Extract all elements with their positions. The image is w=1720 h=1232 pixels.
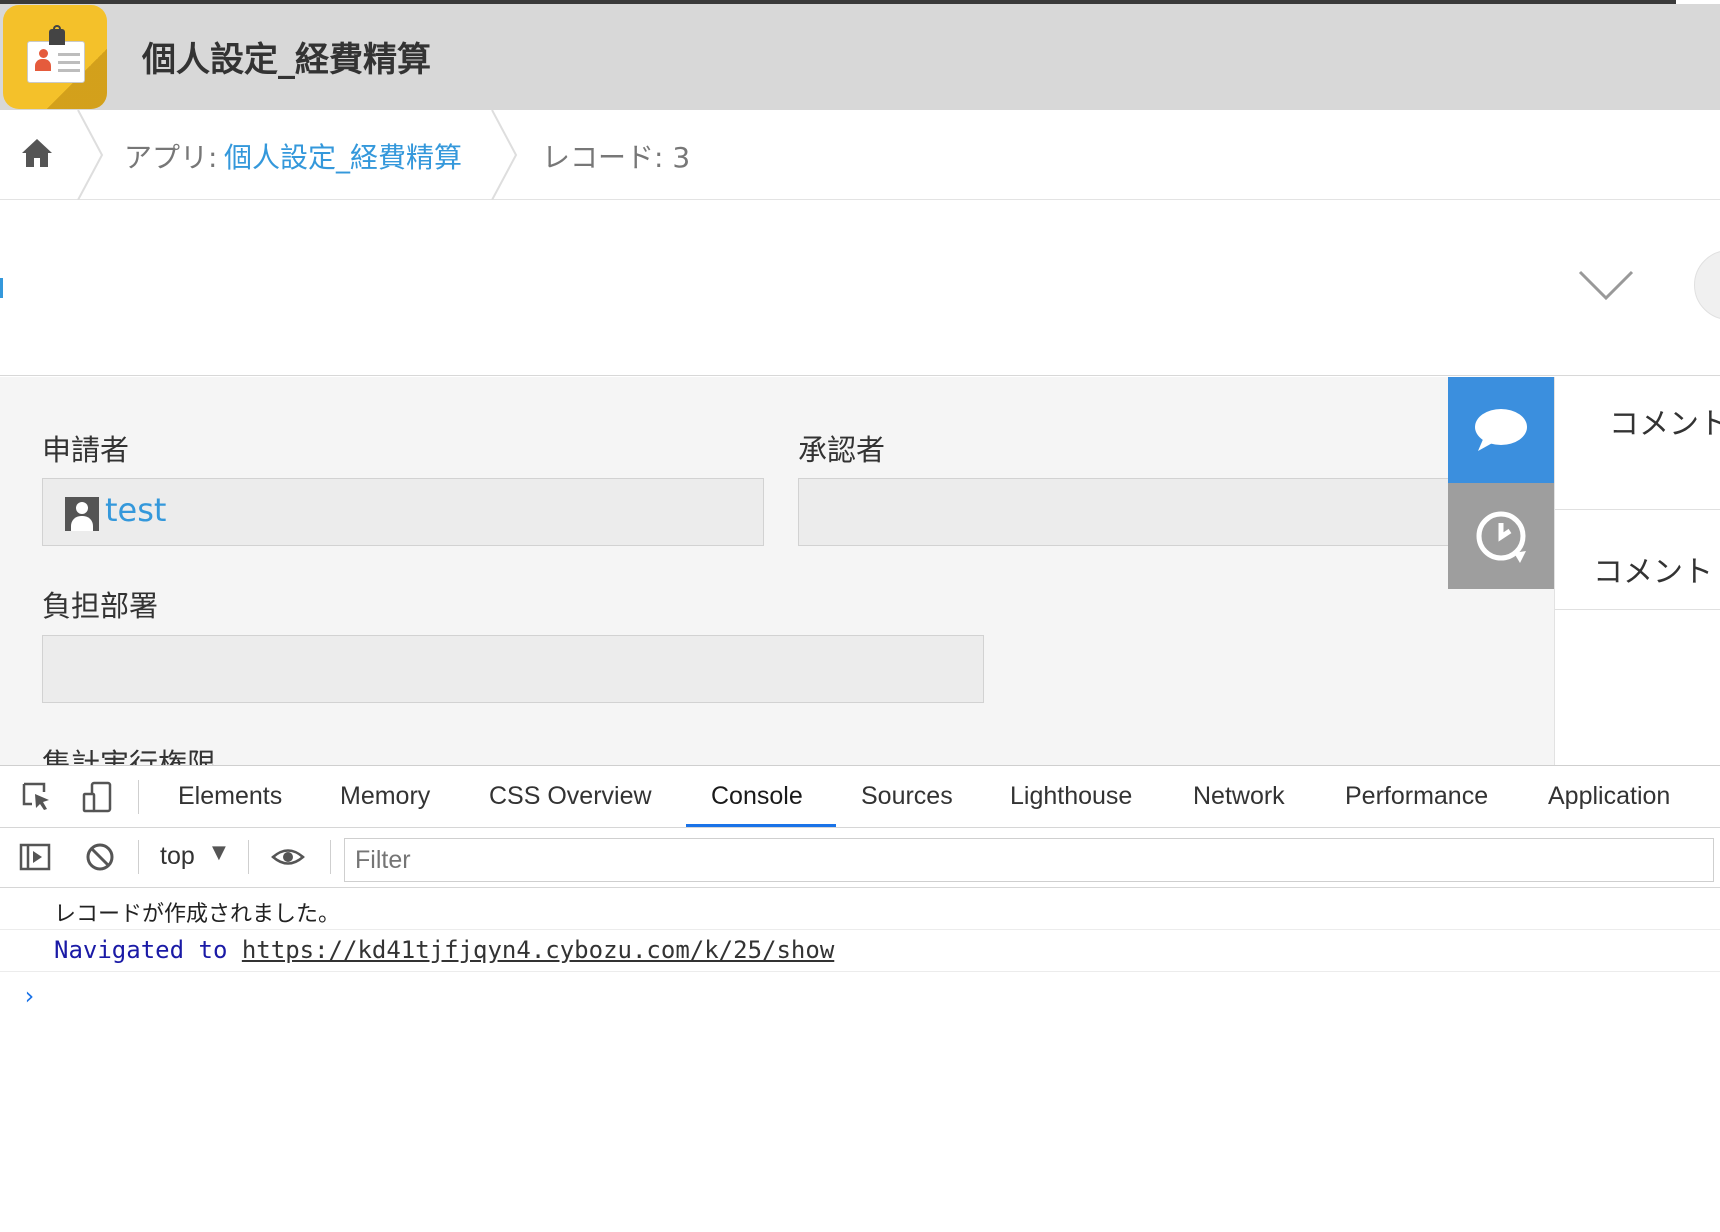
tab-application[interactable]: Application (1548, 782, 1670, 811)
approver-field (798, 478, 1458, 546)
user-icon (65, 497, 99, 531)
home-icon[interactable] (20, 136, 54, 170)
add-button[interactable] (1694, 250, 1720, 320)
inspect-element-icon[interactable] (20, 780, 54, 814)
app-icon[interactable] (3, 5, 107, 109)
department-field (42, 635, 984, 703)
person-body (35, 59, 51, 71)
applicant-user-link[interactable]: test (105, 491, 166, 529)
app-header: 個人設定_経費精算 (0, 4, 1720, 110)
console-message-row: レコードが作成されました。 (0, 888, 1720, 930)
device-toolbar-icon[interactable] (80, 780, 114, 814)
breadcrumb-record: レコード: 3 (542, 141, 691, 174)
console-nav-url[interactable]: https://kd41tjfjqyn4.cybozu.com/k/25/sho… (242, 936, 834, 964)
record-toolbar (0, 200, 1720, 376)
devtools-separator (138, 780, 139, 814)
user-icon-body (71, 516, 93, 531)
tab-network[interactable]: Network (1193, 782, 1285, 811)
card-text-line (58, 61, 80, 64)
card-text-line (58, 69, 80, 72)
breadcrumb-app-prefix: アプリ: (124, 141, 218, 174)
comment-panel-divider (1555, 609, 1720, 610)
triangle-down-icon[interactable]: ▼ (212, 842, 226, 863)
breadcrumb-separator (491, 110, 518, 200)
card-text-line (58, 53, 80, 56)
tab-console[interactable]: Console (711, 782, 803, 811)
id-card-clip (49, 29, 65, 45)
devtools-separator (330, 840, 331, 874)
history-tab[interactable] (1448, 483, 1554, 589)
speech-bubble-icon (1475, 409, 1527, 451)
person-figure (34, 49, 52, 75)
history-clock-icon (1476, 511, 1526, 563)
console-nav-prefix: Navigated to (54, 936, 242, 964)
comment-panel-title: コメント (1609, 407, 1720, 442)
console-filter-input[interactable] (344, 838, 1714, 882)
tab-performance[interactable]: Performance (1345, 782, 1488, 811)
devtools-tabbar: Elements Memory CSS Overview Console Sou… (0, 766, 1720, 828)
left-edge-marker (0, 278, 3, 298)
eye-icon[interactable] (271, 840, 305, 874)
console-prompt[interactable]: › (22, 982, 36, 1010)
comment-input-hint[interactable]: コメント (1593, 547, 1713, 591)
active-tab-indicator (686, 824, 836, 827)
clear-console-icon[interactable] (83, 840, 117, 874)
permission-label: 集計実行権限 (42, 747, 217, 765)
breadcrumb-app-link[interactable]: 個人設定_経費精算 (224, 136, 462, 176)
console-navigation: Navigated to https://kd41tjfjqyn4.cybozu… (54, 936, 834, 964)
approver-label: 承認者 (798, 433, 886, 467)
breadcrumb: アプリ: 個人設定_経費精算 レコード: 3 (0, 110, 1720, 200)
tab-elements[interactable]: Elements (178, 782, 282, 811)
department-label: 負担部署 (42, 589, 159, 623)
chevron-down-icon[interactable] (1576, 266, 1636, 306)
user-icon-head (76, 502, 88, 514)
app-title: 個人設定_経費精算 (142, 40, 431, 80)
comment-panel: コメント コメント (1554, 377, 1720, 765)
tab-css-overview[interactable]: CSS Overview (489, 782, 652, 811)
person-head (39, 49, 48, 58)
tab-sources[interactable]: Sources (861, 782, 953, 811)
console-message: レコードが作成されました。 (54, 902, 341, 927)
record-form: 申請者 test 承認者 負担部署 集計実行権限 (0, 377, 1554, 765)
applicant-field: test (42, 478, 764, 546)
context-selector[interactable]: top (160, 842, 195, 871)
sidebar-toggle-icon[interactable] (18, 840, 52, 874)
applicant-label: 申請者 (42, 433, 130, 467)
console-navigation-row: Navigated to https://kd41tjfjqyn4.cybozu… (0, 930, 1720, 972)
comment-tab[interactable] (1448, 377, 1554, 483)
tab-memory[interactable]: Memory (340, 782, 430, 811)
breadcrumb-separator (77, 110, 104, 200)
devtools-separator (138, 840, 139, 874)
tab-lighthouse[interactable]: Lighthouse (1010, 782, 1132, 811)
devtools-panel: Elements Memory CSS Overview Console Sou… (0, 765, 1720, 1232)
devtools-separator (248, 840, 249, 874)
comment-panel-divider (1555, 509, 1720, 510)
